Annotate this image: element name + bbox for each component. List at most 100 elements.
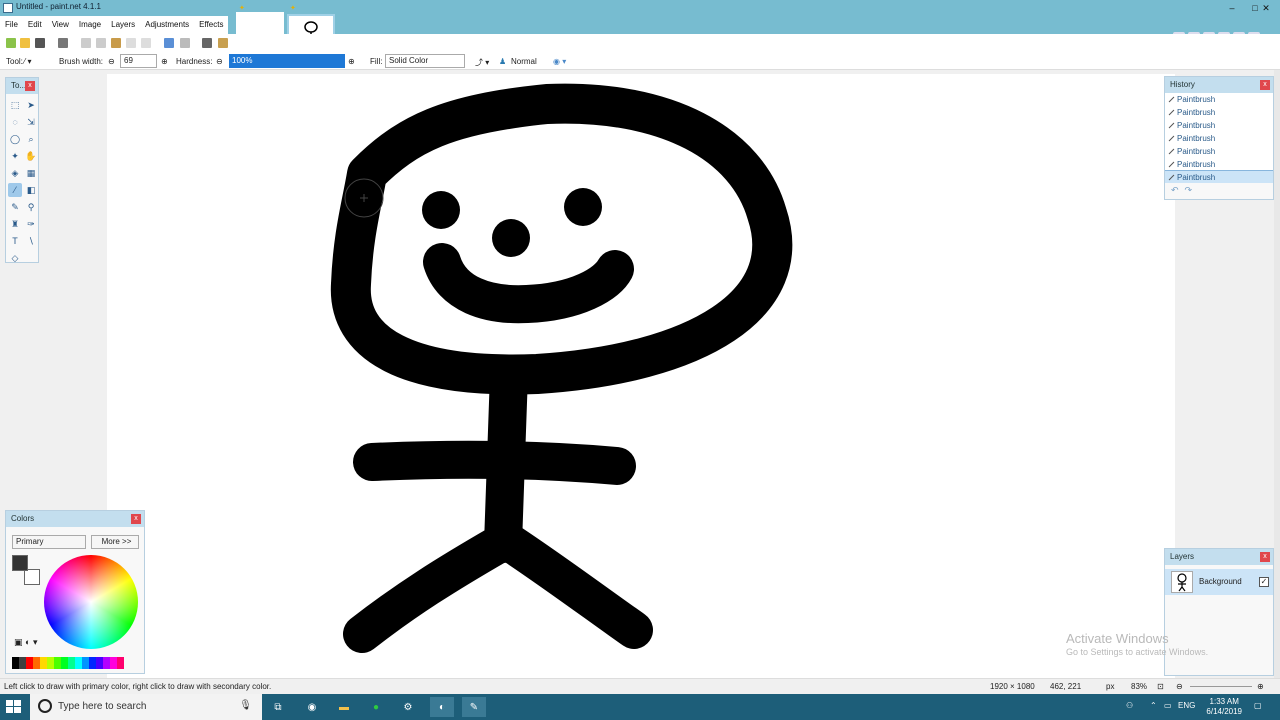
zoom-slider[interactable] bbox=[1190, 686, 1252, 687]
tray-overflow-icon[interactable]: ⌃ bbox=[1150, 701, 1157, 710]
history-item[interactable]: Paintbrush bbox=[1165, 119, 1273, 132]
alpha-blending-icon[interactable]: ◉ ▾ bbox=[553, 57, 566, 66]
minimize-button[interactable]: – bbox=[1218, 0, 1246, 16]
lasso-tool-icon[interactable]: ◌ bbox=[8, 115, 22, 129]
print-icon[interactable] bbox=[58, 38, 68, 48]
save-icon[interactable] bbox=[35, 38, 45, 48]
layer-visibility-checkbox[interactable]: ✓ bbox=[1259, 577, 1269, 587]
keyboard-lang[interactable]: ENG bbox=[1178, 701, 1195, 710]
file-explorer-icon[interactable]: ▬ bbox=[332, 697, 356, 717]
deselect-icon[interactable] bbox=[141, 38, 151, 48]
paintbrush-tool-icon[interactable]: ⁄ bbox=[8, 183, 22, 197]
decrease-hardness-icon[interactable]: ⊖ bbox=[216, 57, 223, 66]
menu-effects[interactable]: Effects bbox=[194, 16, 228, 34]
image-canvas[interactable] bbox=[107, 74, 1175, 678]
network-icon[interactable]: ▭ bbox=[1164, 701, 1172, 710]
vertical-scrollbar[interactable] bbox=[1274, 70, 1280, 678]
history-item[interactable]: Paintbrush bbox=[1165, 132, 1273, 145]
nose bbox=[492, 219, 530, 257]
units-dropdown[interactable]: px bbox=[1106, 682, 1114, 691]
eraser-tool-icon[interactable]: ◧ bbox=[24, 183, 38, 197]
history-redo-icon[interactable]: ↷ bbox=[1185, 185, 1193, 197]
paint-bucket-tool-icon[interactable]: ◈ bbox=[8, 166, 22, 180]
clock[interactable]: 1:33 AM 6/14/2019 bbox=[1206, 697, 1242, 717]
copy-icon[interactable] bbox=[96, 38, 106, 48]
fill-dropdown[interactable]: Solid Color bbox=[385, 54, 465, 68]
magic-wand-tool-icon[interactable]: ✦ bbox=[8, 149, 22, 163]
notifications-icon[interactable]: ▢ bbox=[1254, 701, 1262, 710]
menu-view[interactable]: View bbox=[47, 16, 74, 34]
clone-stamp-tool-icon[interactable]: ♜ bbox=[8, 217, 22, 231]
pencil-tool-icon[interactable]: ✎ bbox=[8, 200, 22, 214]
line-curve-tool-icon[interactable]: ∖ bbox=[24, 234, 38, 248]
paintbrush-tool-icon[interactable]: ⁄ ▾ bbox=[24, 57, 32, 66]
history-undo-icon[interactable]: ↶ bbox=[1171, 185, 1179, 197]
close-button[interactable]: ✕ bbox=[1252, 0, 1280, 16]
new-icon[interactable] bbox=[6, 38, 16, 48]
rectangle-select-tool-icon[interactable]: ⬚ bbox=[8, 98, 22, 112]
close-icon[interactable]: x bbox=[1260, 80, 1270, 90]
cut-icon[interactable] bbox=[81, 38, 91, 48]
history-item-selected[interactable]: Paintbrush bbox=[1165, 170, 1273, 183]
increase-hardness-icon[interactable]: ⊕ bbox=[348, 57, 355, 66]
crop-icon[interactable] bbox=[126, 38, 136, 48]
menu-layers[interactable]: Layers bbox=[106, 16, 140, 34]
task-view-icon[interactable]: ⧉ bbox=[266, 697, 290, 717]
zoom-tool-icon[interactable]: ⌕ bbox=[24, 132, 38, 146]
zoom-readout[interactable]: 83% bbox=[1131, 682, 1147, 691]
menu-file[interactable]: File bbox=[0, 16, 23, 34]
close-icon[interactable]: x bbox=[25, 81, 35, 91]
menu-edit[interactable]: Edit bbox=[23, 16, 47, 34]
move-selection-tool-icon[interactable]: ➤ bbox=[24, 98, 38, 112]
history-item[interactable]: Paintbrush bbox=[1165, 145, 1273, 158]
decrease-width-icon[interactable]: ⊖ bbox=[108, 57, 115, 66]
zoom-fit-icon[interactable]: ⊡ bbox=[1157, 682, 1164, 691]
grid-icon[interactable] bbox=[202, 38, 212, 48]
undo-icon[interactable] bbox=[164, 38, 174, 48]
gradient-tool-icon[interactable]: ▦ bbox=[24, 166, 38, 180]
menu-image[interactable]: Image bbox=[74, 16, 106, 34]
taskbar-search[interactable]: Type here to search 🎙 bbox=[30, 694, 262, 720]
increase-width-icon[interactable]: ⊕ bbox=[161, 57, 168, 66]
redo-icon[interactable] bbox=[180, 38, 190, 48]
layer-row-background[interactable]: Background ✓ bbox=[1165, 569, 1273, 595]
hardness-slider[interactable]: 100% bbox=[229, 54, 345, 68]
ruler-icon[interactable] bbox=[218, 38, 228, 48]
paintnet-taskbar-icon[interactable]: ◐ bbox=[430, 697, 454, 717]
paintnet-active-taskbar-icon[interactable]: ✎ bbox=[462, 697, 486, 717]
color-wheel[interactable] bbox=[44, 555, 138, 649]
history-item[interactable]: Paintbrush bbox=[1165, 106, 1273, 119]
recolor-tool-icon[interactable]: ✑ bbox=[24, 217, 38, 231]
close-icon[interactable]: x bbox=[131, 514, 141, 524]
color-picker-tool-icon[interactable]: ⚲ bbox=[24, 200, 38, 214]
microphone-icon[interactable]: 🎙 bbox=[239, 700, 252, 711]
hardness-label: Hardness: bbox=[176, 57, 213, 66]
menu-adjustments[interactable]: Adjustments bbox=[140, 16, 194, 34]
blend-mode-dropdown[interactable]: Normal bbox=[511, 57, 537, 66]
palette-menu-icon[interactable]: ▣ ◐ ▾ bbox=[14, 637, 37, 648]
shapes-tool-icon[interactable]: ◇ bbox=[8, 251, 22, 265]
antialias-icon[interactable]: ⤴ ▾ bbox=[475, 57, 489, 68]
color-mode-dropdown[interactable]: Primary bbox=[12, 535, 86, 549]
pan-tool-icon[interactable]: ✋ bbox=[24, 149, 38, 163]
color-palette[interactable] bbox=[12, 657, 124, 669]
paste-icon[interactable] bbox=[111, 38, 121, 48]
secondary-color-swatch[interactable] bbox=[24, 569, 40, 585]
chrome-icon[interactable]: ◉ bbox=[300, 697, 324, 717]
people-icon[interactable]: ⚇ bbox=[1126, 701, 1133, 710]
zoom-out-icon[interactable]: ⊖ bbox=[1176, 682, 1183, 691]
ellipse-select-tool-icon[interactable]: ◯ bbox=[8, 132, 22, 146]
steam-icon[interactable]: ⚙ bbox=[396, 697, 420, 717]
open-icon[interactable] bbox=[20, 38, 30, 48]
windows-start-icon[interactable] bbox=[6, 700, 22, 714]
line-app-icon[interactable]: ● bbox=[364, 697, 388, 717]
history-item[interactable]: Paintbrush bbox=[1165, 93, 1273, 106]
primary-color-swatch[interactable] bbox=[12, 555, 28, 571]
more-colors-button[interactable]: More >> bbox=[91, 535, 139, 549]
brush-width-field[interactable]: 69 bbox=[120, 54, 157, 68]
zoom-in-icon[interactable]: ⊕ bbox=[1257, 682, 1264, 691]
text-tool-icon[interactable]: T bbox=[8, 234, 22, 248]
move-selected-tool-icon[interactable]: ⇲ bbox=[24, 115, 38, 129]
history-item[interactable]: Paintbrush bbox=[1165, 158, 1273, 171]
close-icon[interactable]: x bbox=[1260, 552, 1270, 562]
